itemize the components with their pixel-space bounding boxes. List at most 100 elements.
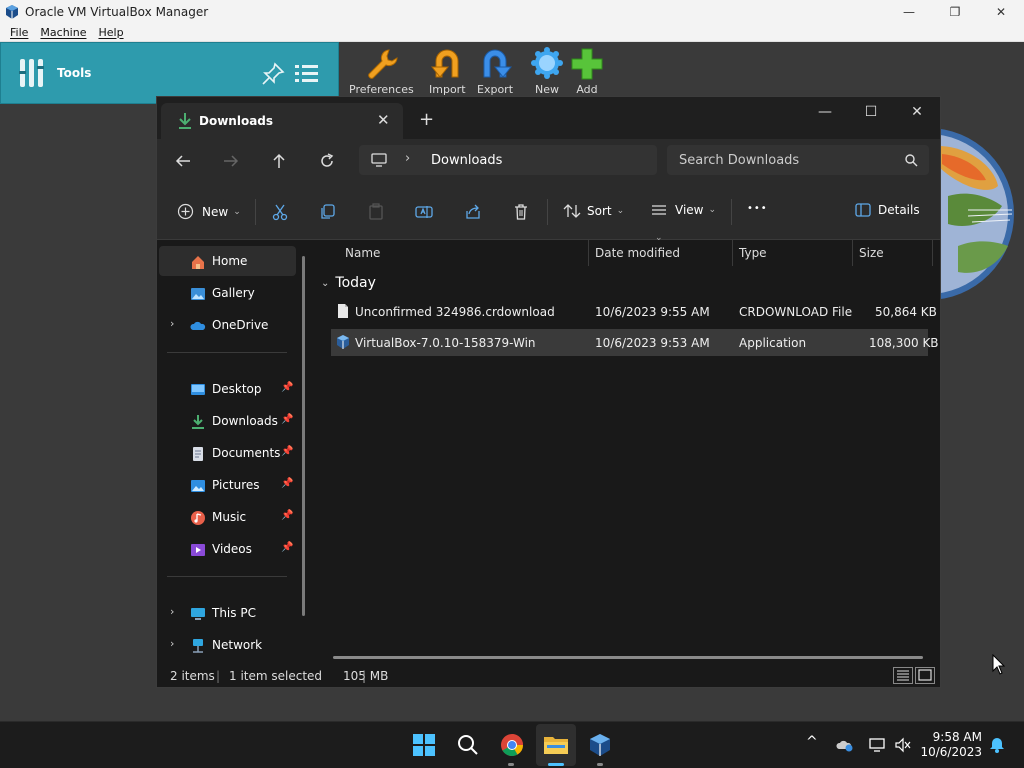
sidebar-item-videos[interactable]: Videos 📌 — [159, 534, 296, 564]
sidebar-item-onedrive[interactable]: › OneDrive — [159, 310, 296, 340]
close-button[interactable]: ✕ — [978, 0, 1024, 23]
command-bar: New ⌄ Sort ⌄ View ⌄ ••• Details — [157, 183, 940, 240]
taskbar-virtualbox[interactable] — [585, 730, 615, 760]
tools-panel[interactable]: Tools — [0, 42, 339, 104]
taskbar-file-explorer[interactable] — [541, 730, 571, 760]
tray-overflow-chevron-icon[interactable]: ^ — [806, 734, 818, 750]
search-box[interactable]: Search Downloads — [667, 145, 929, 175]
new-label: New — [202, 204, 229, 219]
status-separator: | — [216, 669, 221, 683]
preferences-button[interactable]: Preferences — [349, 47, 414, 96]
copy-icon[interactable] — [319, 203, 337, 221]
volume-muted-icon[interactable] — [894, 737, 912, 753]
explorer-minimize-button[interactable]: — — [802, 97, 848, 127]
status-item-count: 2 items — [170, 669, 215, 683]
back-button[interactable] — [171, 150, 195, 172]
generic-file-icon — [338, 304, 348, 318]
breadcrumb-chevron-icon[interactable]: › — [405, 151, 410, 166]
menu-machine[interactable]: Machine — [40, 26, 86, 39]
column-header-date-modified[interactable]: Date modified ⌄ — [589, 233, 733, 266]
sidebar-item-pictures[interactable]: Pictures 📌 — [159, 470, 296, 500]
sidebar-item-this-pc[interactable]: › This PC — [159, 598, 296, 628]
sidebar-item-desktop[interactable]: Desktop 📌 — [159, 374, 296, 404]
paste-icon[interactable] — [367, 203, 385, 221]
pin-icon[interactable]: 📌 — [281, 446, 293, 457]
group-header-today[interactable]: ⌄ Today — [321, 275, 376, 291]
details-view-toggle[interactable] — [893, 667, 913, 684]
pin-icon[interactable]: 📌 — [281, 542, 293, 553]
minimize-button[interactable]: — — [886, 0, 932, 23]
view-button[interactable]: View ⌄ — [651, 203, 716, 217]
file-name: VirtualBox-7.0.10-158379-Win — [355, 336, 536, 350]
address-bar[interactable]: › Downloads — [359, 145, 657, 175]
clock[interactable]: 9:58 AM 10/6/2023 — [912, 730, 982, 760]
share-icon[interactable] — [464, 203, 482, 221]
menu-file[interactable]: File — [10, 26, 28, 39]
restore-button[interactable]: ❐ — [932, 0, 978, 23]
sidebar-item-music[interactable]: Music 📌 — [159, 502, 296, 532]
delete-icon[interactable] — [512, 203, 530, 221]
column-header-size[interactable]: Size — [853, 240, 933, 266]
pin-icon[interactable] — [260, 61, 286, 87]
nav-scrollbar[interactable] — [302, 256, 305, 616]
table-row[interactable]: Unconfirmed 324986.crdownload 10/6/2023 … — [331, 298, 937, 325]
refresh-button[interactable] — [315, 150, 339, 172]
sidebar-item-downloads[interactable]: Downloads 📌 — [159, 406, 296, 436]
column-header-type[interactable]: Type — [733, 240, 853, 266]
sidebar-item-gallery[interactable]: Gallery — [159, 278, 296, 308]
pin-icon[interactable]: 📌 — [281, 414, 293, 425]
breadcrumb-downloads[interactable]: Downloads — [431, 153, 502, 168]
taskbar-search-button[interactable] — [453, 730, 483, 760]
pin-icon[interactable]: 📌 — [281, 478, 293, 489]
column-label: Type — [739, 246, 767, 260]
separator — [731, 199, 732, 225]
more-options-button[interactable]: ••• — [747, 203, 768, 214]
tab-close-icon[interactable]: ✕ — [377, 111, 390, 129]
add-vm-button[interactable]: Add — [570, 47, 604, 96]
column-header-name[interactable]: Name — [345, 240, 589, 266]
cut-icon[interactable] — [271, 203, 289, 221]
rename-icon[interactable] — [415, 203, 433, 221]
sort-button[interactable]: Sort ⌄ — [563, 203, 624, 219]
horizontal-scrollbar[interactable] — [333, 656, 923, 659]
nav-divider — [167, 576, 287, 577]
monitor-icon — [371, 153, 387, 167]
table-row-selected[interactable]: VirtualBox-7.0.10-158379-Win 10/6/2023 9… — [331, 329, 939, 356]
search-icon — [905, 154, 918, 167]
sidebar-item-documents[interactable]: Documents 📌 — [159, 438, 296, 468]
sidebar-item-home[interactable]: Home — [159, 246, 296, 276]
explorer-close-button[interactable]: ✕ — [894, 97, 940, 127]
new-button[interactable]: New ⌄ — [177, 203, 241, 220]
notification-bell-icon[interactable] — [988, 736, 1006, 754]
up-button[interactable] — [267, 150, 291, 172]
expand-chevron-icon[interactable]: › — [170, 605, 174, 618]
new-tab-button[interactable]: + — [419, 109, 434, 130]
sort-icon — [563, 204, 581, 218]
sidebar-item-label: Downloads — [212, 414, 278, 428]
menu-help[interactable]: Help — [98, 26, 123, 39]
separator — [255, 199, 256, 225]
expand-chevron-icon[interactable]: › — [170, 637, 174, 650]
start-button[interactable] — [409, 730, 439, 760]
onedrive-sync-icon[interactable] — [836, 738, 854, 752]
explorer-maximize-button[interactable]: ☐ — [848, 97, 894, 127]
details-button[interactable]: Details — [855, 203, 920, 217]
network-tray-icon[interactable] — [868, 737, 886, 753]
sidebar-item-network[interactable]: › Network — [159, 630, 296, 660]
sidebar-item-label: Pictures — [212, 478, 260, 492]
new-vm-button[interactable]: New — [530, 47, 564, 96]
menu-list-icon[interactable] — [294, 62, 320, 86]
virtualbox-icon — [590, 734, 610, 756]
import-button[interactable]: Import — [429, 47, 466, 96]
add-icon — [571, 48, 603, 80]
pin-icon[interactable]: 📌 — [281, 382, 293, 393]
export-button[interactable]: Export — [477, 47, 513, 96]
virtualbox-title: Oracle VM VirtualBox Manager — [25, 4, 209, 19]
pin-icon[interactable]: 📌 — [281, 510, 293, 521]
forward-button[interactable] — [219, 150, 243, 172]
tab-downloads[interactable]: Downloads ✕ — [161, 103, 403, 139]
search-input[interactable]: Search Downloads — [679, 153, 799, 168]
tiles-view-toggle[interactable] — [915, 667, 935, 684]
taskbar-chrome[interactable] — [497, 730, 527, 760]
expand-chevron-icon[interactable]: › — [170, 317, 174, 330]
